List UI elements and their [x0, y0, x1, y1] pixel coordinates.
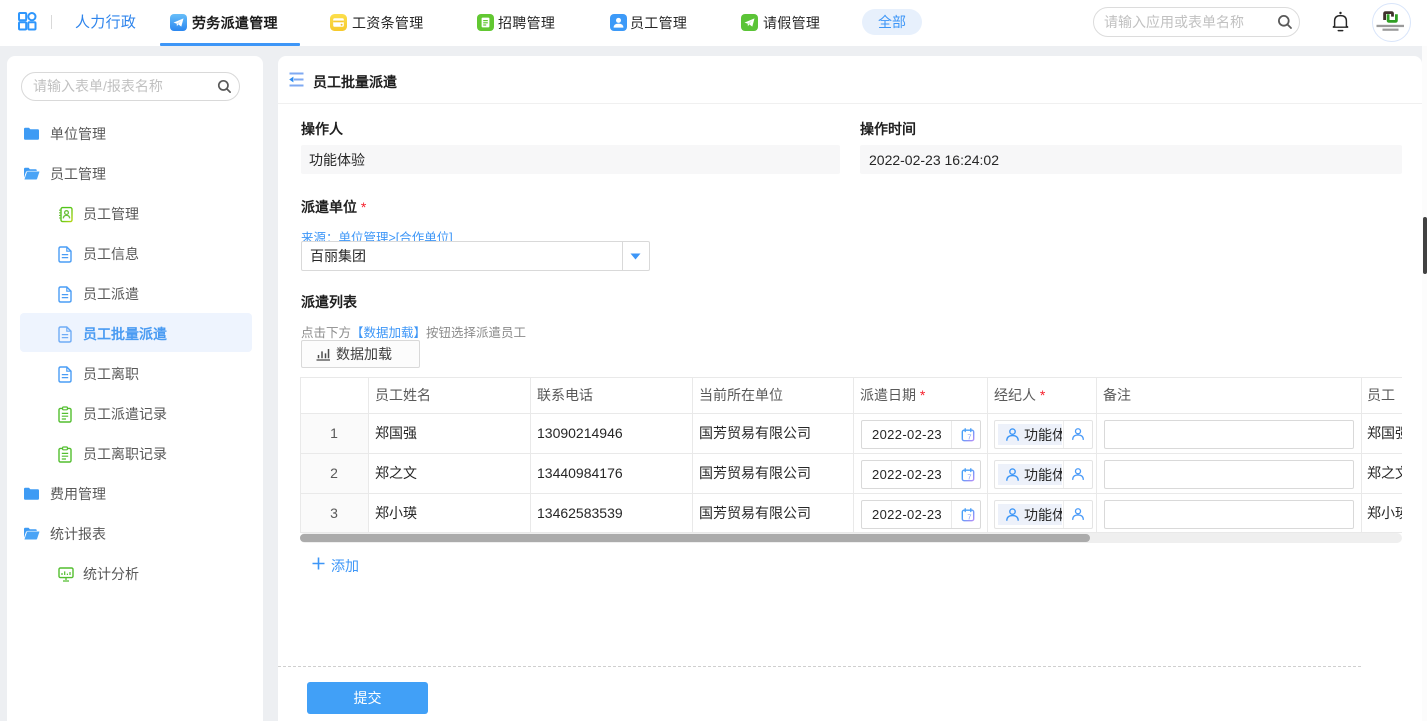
svg-text:7: 7	[967, 512, 971, 521]
svg-text:7: 7	[967, 432, 971, 441]
svg-text:7: 7	[967, 472, 971, 481]
